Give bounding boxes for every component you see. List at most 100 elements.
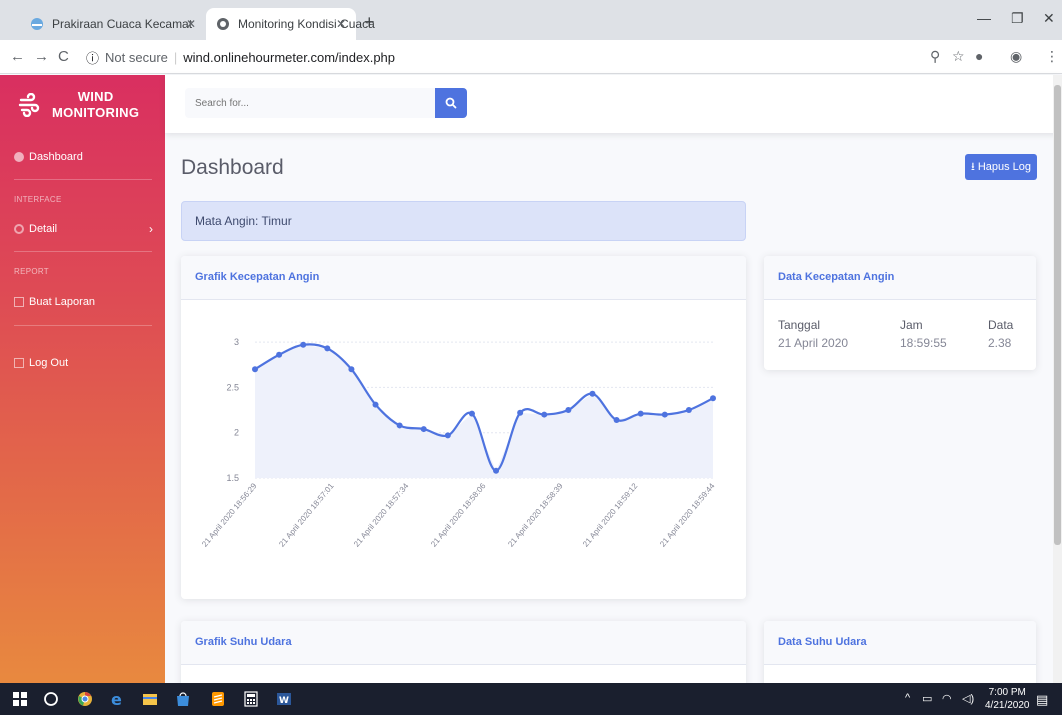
svg-text:e: e <box>111 691 122 707</box>
store-icon[interactable] <box>175 691 191 707</box>
line-area-fill <box>255 344 713 478</box>
data-point <box>541 411 548 418</box>
tab-label: Prakiraan Cuaca Kecamatan Gres <box>52 17 192 31</box>
speed-table: Tanggal Jam Data 21 April 2020 18:59:55 … <box>778 318 1028 358</box>
x-tick-label: 21 April 2020 18:59:44 <box>658 481 717 549</box>
table-cell-tanggal: 21 April 2020 <box>778 336 849 350</box>
data-point <box>276 351 283 358</box>
menu-kebab-icon[interactable]: ⋮ <box>1045 48 1059 65</box>
close-window-icon[interactable]: ✕ <box>1043 10 1055 27</box>
sidebar-item-label: Dashboard <box>29 151 83 163</box>
tab-label: Monitoring Kondisi Cuaca <box>238 17 375 31</box>
data-point <box>685 407 692 414</box>
wind-speed-data-card: Data Kecepatan Angin Tanggal Jam Data 21… <box>764 256 1036 370</box>
windows-taskbar: e W ^ ▭ ◠ ◁) 7:00 PM 4/21/2020 ▤ <box>0 683 1062 715</box>
tab-prakiraan[interactable]: Prakiraan Cuaca Kecamatan Gres ✕ <box>20 8 206 40</box>
brand-name: WIND MONITORING <box>52 89 139 121</box>
address-bar: ← → C ⓘ Not secure | wind.onlinehourmete… <box>0 40 1062 74</box>
sidebar-item-label: Log Out <box>29 357 69 369</box>
file-explorer-icon[interactable] <box>142 691 158 707</box>
screen: Prakiraan Cuaca Kecamatan Gres ✕ Monitor… <box>0 0 1062 715</box>
eye-icon <box>14 224 24 234</box>
data-point <box>324 345 331 352</box>
profile-avatar-icon[interactable]: ◉ <box>1010 48 1022 65</box>
cortana-icon[interactable] <box>43 691 59 707</box>
word-icon[interactable]: W <box>276 691 292 707</box>
tab-monitoring[interactable]: Monitoring Kondisi Cuaca ✕ <box>206 8 375 40</box>
speed-card-title: Data Kecepatan Angin <box>764 256 1036 300</box>
edge-icon[interactable]: e <box>110 691 126 707</box>
clock-date: 4/21/2020 <box>985 700 1030 711</box>
battery-icon[interactable]: ▭ <box>922 692 932 705</box>
notification-icon[interactable]: ▤ <box>1036 692 1048 708</box>
sidebar-item-dashboard[interactable]: Dashboard <box>0 146 165 168</box>
scrollbar-thumb[interactable] <box>1054 85 1061 545</box>
taskbar-clock[interactable]: 7:00 PM 4/21/2020 <box>985 686 1030 712</box>
sidebar-divider <box>14 179 152 180</box>
restore-icon[interactable]: ❐ <box>1011 10 1024 27</box>
data-point <box>493 467 500 474</box>
wind-speed-chart: 1.5 2 2.5 3 21 April 2020 18:56:29 21 April 2… <box>200 337 717 549</box>
sublime-icon[interactable] <box>210 691 226 707</box>
page-title: Dashboard <box>181 156 284 179</box>
data-point <box>517 409 524 416</box>
windows-start-icon[interactable] <box>12 691 28 707</box>
table-header-jam: Jam <box>900 318 923 332</box>
sidebar-divider <box>14 251 152 252</box>
table-icon <box>14 358 24 368</box>
data-point <box>637 410 644 417</box>
volume-icon[interactable]: ◁) <box>962 692 974 705</box>
data-point <box>710 395 716 402</box>
forward-icon[interactable]: → <box>34 48 49 65</box>
hapus-log-button[interactable]: ⭳ Hapus Log <box>965 154 1037 180</box>
close-tab-icon[interactable]: ✕ <box>336 17 346 31</box>
x-tick-label: 21 April 2020 18:58:39 <box>506 481 565 549</box>
sidebar-item-label: Detail <box>29 223 58 235</box>
sidebar-heading-interface: INTERFACE <box>14 195 62 204</box>
sidebar: WIND MONITORING Dashboard INTERFACE Deta… <box>0 75 165 683</box>
table-icon <box>14 297 24 307</box>
topbar <box>165 75 1062 133</box>
chevron-right-icon: › <box>149 222 153 236</box>
x-tick-label: 21 April 2020 18:59:12 <box>581 481 640 549</box>
extension-icon[interactable]: ● <box>975 48 983 64</box>
data-point <box>589 390 596 397</box>
data-point <box>444 432 451 439</box>
chrome-icon[interactable] <box>77 691 93 707</box>
close-tab-icon[interactable]: ✕ <box>186 17 196 31</box>
brand[interactable]: WIND MONITORING <box>0 75 165 135</box>
chart-card-title: Grafik Kecepatan Angin <box>181 256 746 300</box>
back-icon[interactable]: ← <box>10 48 25 65</box>
search-input[interactable] <box>185 88 435 118</box>
new-tab-icon[interactable]: + <box>364 12 375 33</box>
reload-icon[interactable]: C <box>58 48 69 65</box>
info-icon[interactable]: ⓘ <box>86 48 99 67</box>
search-button[interactable] <box>435 88 467 118</box>
data-point <box>348 366 355 373</box>
tray-chevron-up-icon[interactable]: ^ <box>905 692 910 704</box>
globe-icon <box>217 18 229 30</box>
wifi-icon[interactable]: ◠ <box>942 692 952 705</box>
sidebar-item-detail[interactable]: Detail › <box>0 218 165 240</box>
calculator-icon[interactable] <box>243 691 259 707</box>
table-cell-jam: 18:59:55 <box>900 336 947 350</box>
bookmark-star-icon[interactable]: ☆ <box>952 48 965 65</box>
data-point <box>396 422 403 429</box>
clock-time: 7:00 PM <box>988 687 1026 698</box>
sidebar-item-log-out[interactable]: Log Out <box>0 352 165 374</box>
page-scrollbar[interactable] <box>1053 75 1062 683</box>
data-point <box>565 407 572 414</box>
url-text: wind.onlinehourmeter.com/index.php <box>183 50 396 65</box>
svg-text:W: W <box>279 696 289 706</box>
x-tick-label: 21 April 2020 18:56:29 <box>200 481 259 549</box>
data-point <box>420 426 427 433</box>
zoom-icon[interactable]: ⚲ <box>930 48 940 65</box>
data-point <box>252 366 258 373</box>
dashboard-icon <box>14 152 24 162</box>
data-point <box>613 417 620 423</box>
url-field[interactable]: ⓘ Not secure | wind.onlinehourmeter.com/… <box>86 48 395 67</box>
hapus-log-label: Hapus Log <box>977 161 1032 173</box>
search-icon <box>445 97 457 109</box>
sidebar-item-buat-laporan[interactable]: Buat Laporan <box>0 291 165 313</box>
minimize-icon[interactable]: — <box>977 10 991 26</box>
